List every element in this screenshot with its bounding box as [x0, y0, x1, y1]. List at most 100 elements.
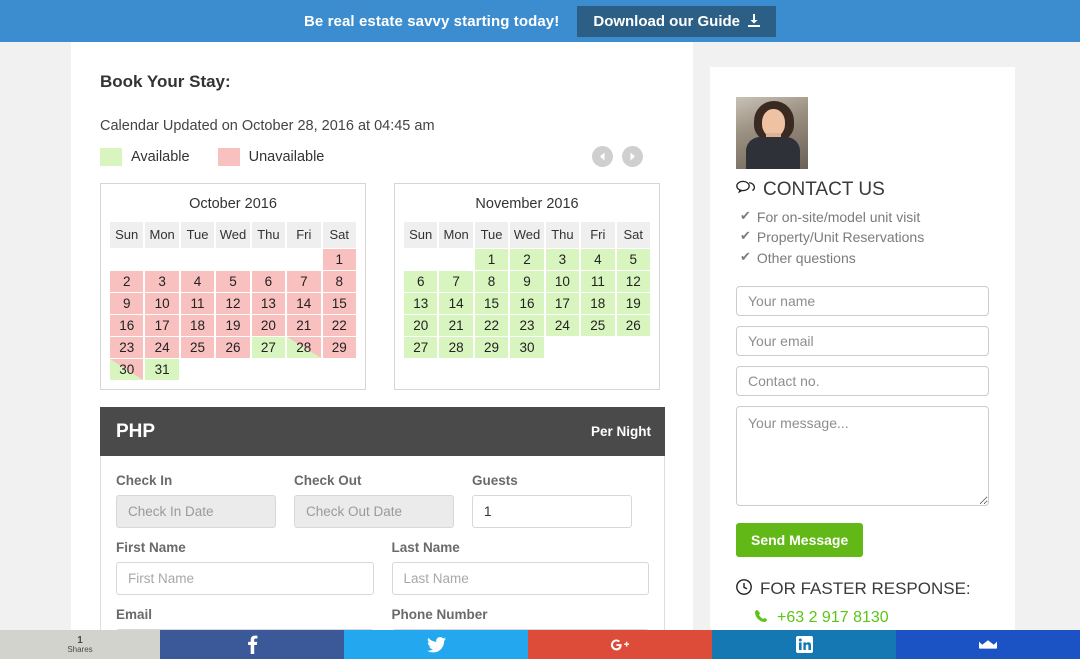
calendar-day-cell[interactable]: 29 [322, 337, 356, 358]
calendar-day-cell[interactable]: 26 [616, 315, 650, 336]
calendar-day-cell[interactable]: 25 [180, 337, 215, 358]
calendar-day-cell[interactable]: 12 [216, 293, 250, 314]
legend-swatch-available [100, 148, 122, 166]
contact-name-input[interactable] [736, 285, 989, 316]
calendar-day-cell[interactable]: 9 [110, 293, 144, 314]
share-facebook-button[interactable] [160, 630, 344, 659]
calendar-day-cell[interactable]: 27 [404, 337, 438, 358]
calendar-day-cell[interactable]: 14 [439, 293, 473, 314]
checkout-input[interactable] [294, 495, 454, 528]
lastname-label: Last Name [391, 540, 460, 555]
contact-number-input[interactable] [736, 365, 989, 396]
calendar-day-cell[interactable]: 9 [510, 271, 544, 292]
calendar-day-cell[interactable]: 15 [322, 293, 356, 314]
calendar-day-cell[interactable]: 20 [251, 315, 286, 336]
calendar-day-cell[interactable]: 5 [616, 249, 650, 270]
calendar-day-cell[interactable]: 10 [545, 271, 580, 292]
calendar-day-cell[interactable]: 8 [322, 271, 356, 292]
calendar-day-cell[interactable]: 23 [510, 315, 544, 336]
legend-swatch-unavailable [217, 148, 240, 166]
faster-response-label: FOR FASTER RESPONSE: [760, 579, 971, 599]
weekday-thu: Thu [545, 222, 580, 248]
calendar-day-cell[interactable]: 16 [510, 293, 544, 314]
calendar-day-cell[interactable]: 14 [287, 293, 321, 314]
calendar-weekday-header: Sun Mon Tue Wed Thu Fri Sat [110, 222, 356, 248]
calendar-day-cell[interactable]: 2 [510, 249, 544, 270]
calendar-day-cell[interactable]: 7 [287, 271, 321, 292]
calendar-week-row: 1 [110, 249, 356, 270]
calendar-day-cell[interactable]: 6 [251, 271, 286, 292]
calendar-day-cell[interactable]: 18 [180, 315, 215, 336]
guests-input[interactable] [472, 495, 632, 528]
calendar-day-cell[interactable]: 24 [545, 315, 580, 336]
contact-email-input[interactable] [736, 325, 989, 356]
calendar-day-cell[interactable]: 22 [322, 315, 356, 336]
calendar-table: Sun Mon Tue Wed Thu Fri Sat 1 2 3 4 5 6 7 8 9 10 11 12 13 1… [108, 221, 358, 381]
send-message-button[interactable]: Send Message [736, 522, 864, 557]
calendar-day-cell[interactable]: 18 [581, 293, 615, 314]
calendar-day-cell[interactable]: 31 [145, 359, 179, 380]
calendar-day-cell[interactable]: 22 [474, 315, 509, 336]
guests-label: Guests [472, 473, 518, 488]
calendar-day-cell[interactable]: 17 [545, 293, 580, 314]
agent-photo [736, 97, 808, 169]
lastname-group: Last Name [391, 540, 649, 595]
calendar-day-cell[interactable]: 27 [251, 337, 286, 358]
calendar-day-cell[interactable]: 10 [145, 293, 179, 314]
download-guide-button[interactable]: Download our Guide [577, 5, 777, 37]
calendar-day-cell[interactable]: 20 [404, 315, 438, 336]
calendar-day-cell[interactable]: 26 [216, 337, 250, 358]
calendar-day-cell[interactable]: 11 [581, 271, 615, 292]
calendar-updated-text: Calendar Updated on October 28, 2016 at … [100, 118, 435, 134]
calendar-day-cell[interactable]: 4 [581, 249, 615, 270]
calendar-day-cell[interactable]: 19 [616, 293, 650, 314]
calendar-day-cell[interactable]: 21 [287, 315, 321, 336]
phone-icon [754, 609, 768, 628]
calendar-day-cell[interactable]: 13 [251, 293, 286, 314]
calendar-prev-button[interactable] [592, 146, 613, 167]
calendar-day-cell[interactable]: 15 [474, 293, 509, 314]
calendar-day-cell[interactable]: 30 [510, 337, 544, 358]
calendar-day-cell[interactable]: 8 [474, 271, 509, 292]
calendar-day-cell[interactable]: 6 [404, 271, 438, 292]
calendar-day-cell[interactable]: 11 [180, 293, 215, 314]
calendar-day-cell[interactable]: 21 [439, 315, 473, 336]
calendar-day-cell[interactable]: 4 [180, 271, 215, 292]
calendar-day-cell[interactable]: 28 [287, 337, 321, 358]
calendar-day-cell[interactable]: 23 [110, 337, 144, 358]
calendar-day-cell[interactable]: 1 [474, 249, 509, 270]
calendar-day-cell[interactable]: 13 [404, 293, 438, 314]
calendar-next-button[interactable] [622, 146, 643, 167]
calendar-day-cell[interactable]: 7 [439, 271, 473, 292]
calendar-day-cell[interactable]: 19 [216, 315, 250, 336]
share-linkedin-button[interactable] [712, 630, 896, 659]
contact-message-textarea[interactable] [736, 405, 989, 506]
price-per-night: Per Night [590, 424, 651, 439]
calendar-day-cell[interactable]: 16 [110, 315, 144, 336]
calendar-day-cell[interactable]: 30 [110, 359, 144, 380]
calendar-day-cell[interactable]: 28 [439, 337, 473, 358]
promo-text: Be real estate savvy starting today! [303, 12, 560, 30]
calendar-day-cell[interactable]: 24 [145, 337, 179, 358]
checkin-group: Check In [116, 473, 276, 528]
calendar-day-cell[interactable]: 2 [110, 271, 144, 292]
checkin-input[interactable] [116, 495, 276, 528]
share-twitter-button[interactable] [344, 630, 528, 659]
weekday-wed: Wed [216, 222, 250, 248]
lastname-input[interactable] [391, 562, 649, 595]
download-guide-label: Download our Guide [593, 12, 741, 30]
calendar-day-cell[interactable]: 29 [474, 337, 509, 358]
firstname-input[interactable] [116, 562, 374, 595]
promo-bar: Be real estate savvy starting today! Dow… [0, 0, 1080, 42]
calendar-day-cell[interactable]: 5 [216, 271, 250, 292]
share-googleplus-button[interactable] [528, 630, 712, 659]
calendar-day-cell[interactable]: 1 [322, 249, 356, 270]
calendar-day-cell[interactable]: 25 [581, 315, 615, 336]
calendar-day-cell[interactable]: 3 [145, 271, 179, 292]
calendar-empty-cell [216, 359, 249, 380]
calendar-day-cell[interactable]: 17 [145, 315, 179, 336]
share-more-button[interactable] [896, 630, 1080, 659]
phone-row-landline[interactable]: +63 2 917 8130 [736, 609, 989, 628]
calendar-day-cell[interactable]: 12 [616, 271, 650, 292]
calendar-day-cell[interactable]: 3 [545, 249, 580, 270]
